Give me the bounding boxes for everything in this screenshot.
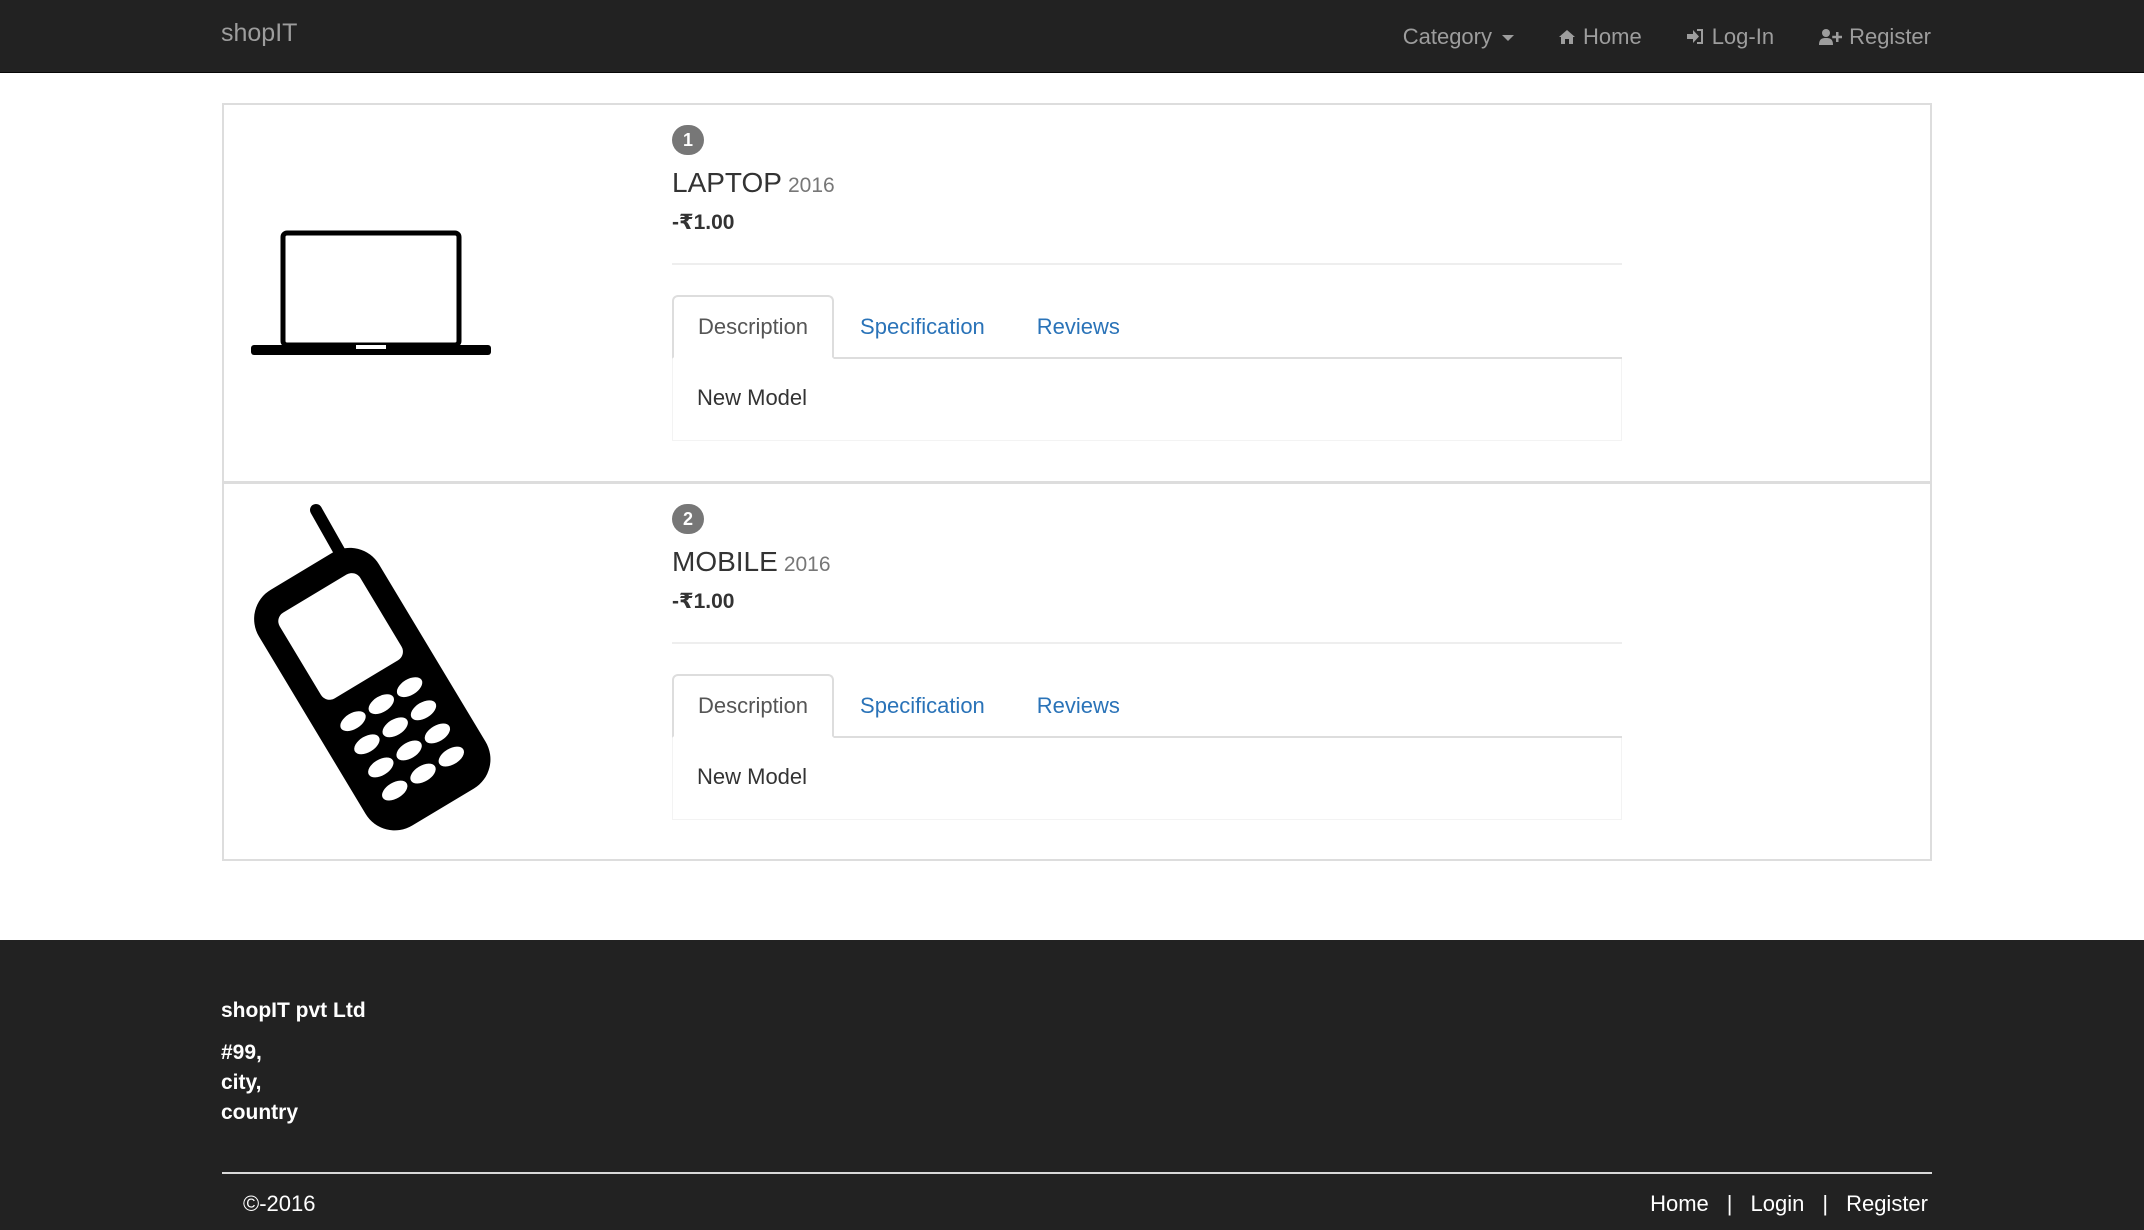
product-image [246,105,496,481]
product-image [246,484,496,860]
nav-menu: Category Home Log-In Register [1359,0,1931,73]
tab-specification[interactable]: Specification [834,674,1011,738]
copyright-text: ©-2016 [243,1191,316,1216]
mobile-phone-icon [254,504,491,831]
product-index-badge: 1 [672,125,704,155]
product-year: 2016 [783,553,831,576]
footer-separator: | [1822,1191,1829,1216]
tab-panel-description: New Model [672,738,1622,820]
user-plus-icon [1819,28,1843,45]
product-price: -₹1.00 [672,211,735,234]
login-icon [1686,29,1703,44]
nav-home-link[interactable]: Home [1558,24,1642,50]
nav-login-label: Log-In [1711,23,1775,49]
product-name: MOBILE [672,546,778,577]
tab-specification[interactable]: Specification [834,295,1011,359]
tab-description[interactable]: Description [672,674,835,738]
divider [672,263,1622,265]
tab-description[interactable]: Description [672,295,835,359]
tab-reviews[interactable]: Reviews [1011,295,1146,359]
footer-register-link[interactable]: Register [1846,1191,1928,1217]
laptop-icon [251,230,491,355]
product-card: 1 LAPTOP 2016 -₹1.00 Description Specific… [222,103,1932,483]
footer-separator: | [1726,1191,1733,1216]
tab-reviews[interactable]: Reviews [1011,674,1146,738]
product-index-badge: 2 [672,504,704,534]
product-price: -₹1.00 [672,590,735,613]
address-line: country [221,1101,299,1124]
nav-category-dropdown[interactable]: Category [1403,24,1514,50]
product-list: 1 LAPTOP 2016 -₹1.00 Description Specific… [222,103,1932,861]
footer-home-link[interactable]: Home [1650,1191,1709,1217]
product-title: MOBILE 2016 [672,544,1622,583]
address-line: city, [221,1071,262,1094]
nav-register-label: Register [1849,23,1931,49]
tab-panel-description: New Model [672,359,1622,441]
product-tabs: Description Specification Reviews [672,674,1622,738]
product-name: LAPTOP [672,167,782,198]
nav-home-label: Home [1583,23,1642,49]
nav-category-label: Category [1402,23,1492,49]
company-name: shopIT pvt Ltd [221,999,366,1022]
footer-divider [222,1172,1932,1174]
product-card: 2 MOBILE 2016 -₹1.00 Description Specific… [222,481,1932,861]
divider [672,642,1622,644]
brand-logo[interactable]: shopIT [221,17,297,49]
product-info: 2 MOBILE 2016 -₹1.00 Description Specific… [672,504,1622,820]
nav-login-link[interactable]: Log-In [1686,24,1774,50]
product-year: 2016 [787,174,835,197]
product-tabs: Description Specification Reviews [672,295,1622,359]
nav-register-link[interactable]: Register [1818,24,1931,50]
address-line: #99, [221,1041,262,1064]
company-address: #99, city, country [221,1038,298,1128]
footer-links: Home | Login | Register [1650,1191,1928,1217]
product-info: 1 LAPTOP 2016 -₹1.00 Description Specific… [672,125,1622,441]
top-navbar: shopIT Category Home Log-In Register [0,0,2144,73]
caret-down-icon [1502,35,1514,41]
product-title: LAPTOP 2016 [672,165,1622,204]
home-icon [1559,29,1575,44]
page-footer: shopIT pvt Ltd #99, city, country ©-2016… [0,940,2144,1230]
footer-login-link[interactable]: Login [1751,1191,1805,1217]
